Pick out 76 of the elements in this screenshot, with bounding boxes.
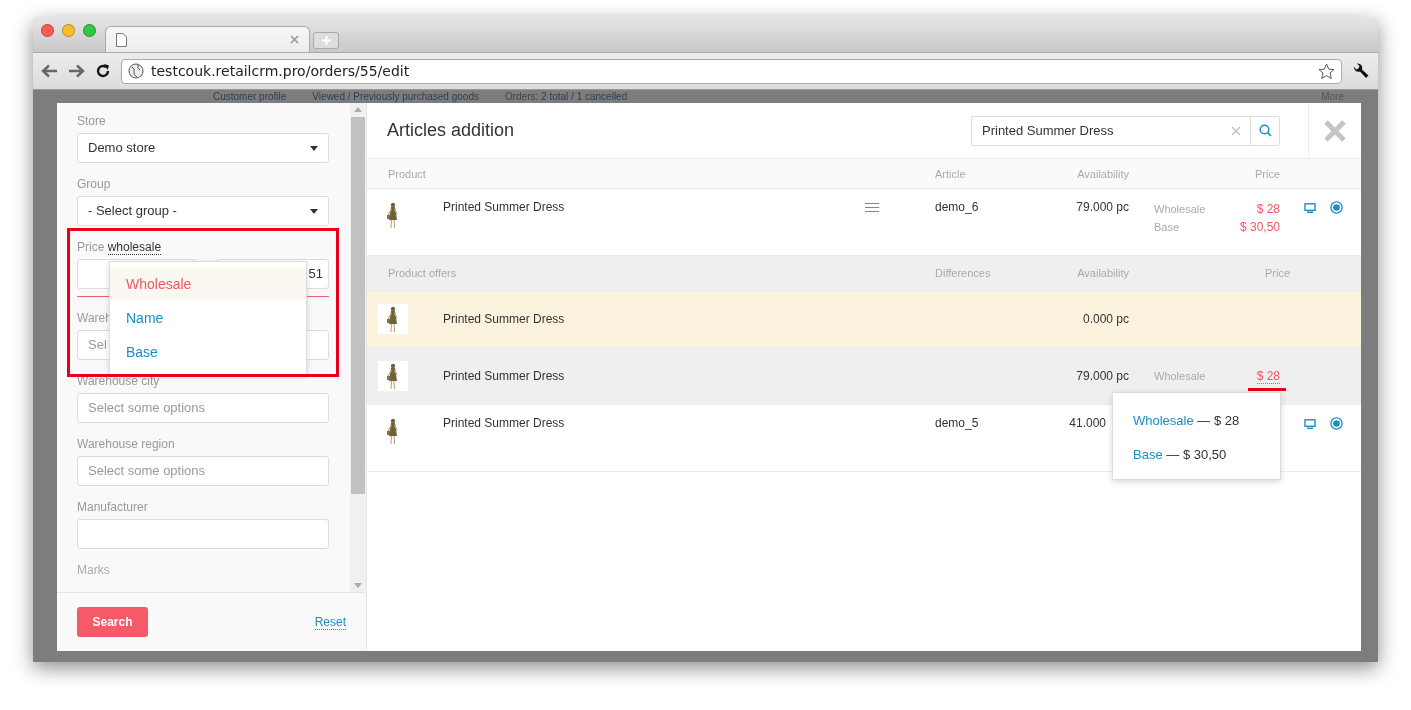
maximize-button[interactable] — [83, 24, 96, 37]
radio-button[interactable] — [1330, 417, 1343, 430]
scrollbar[interactable] — [350, 103, 366, 592]
product-name: Printed Summer Dress — [443, 200, 566, 214]
column-header: Differences — [935, 267, 992, 279]
price-value: $ 30,50 — [1239, 219, 1280, 236]
price-type: Wholesale — [1154, 369, 1207, 384]
article-code: demo_6 — [935, 200, 980, 214]
availability: 79.000 pc — [1075, 369, 1129, 383]
select-field[interactable]: Demo store — [77, 133, 329, 163]
orders-count: 2 total / 1 cancelled — [541, 90, 628, 102]
price-link[interactable]: $ 28 — [1256, 369, 1280, 384]
product-name: Printed Summer Dress — [443, 416, 566, 430]
wrench-icon[interactable] — [1352, 62, 1370, 80]
field-label: Manufacturer — [77, 499, 148, 515]
column-header: Product — [387, 167, 427, 180]
field-label: Group — [77, 176, 111, 192]
close-window-button[interactable] — [41, 24, 54, 37]
caret-icon — [310, 208, 318, 214]
field-label: Warehouse city — [77, 373, 160, 389]
monitor-icon[interactable] — [1304, 419, 1316, 429]
forward-icon[interactable] — [68, 64, 85, 78]
price-type: Base — [1154, 220, 1181, 235]
product-name: Printed Summer Dress — [443, 312, 566, 326]
availability: 41.000 — [1068, 416, 1107, 430]
field-label: Store — [77, 113, 106, 129]
minimize-button[interactable] — [62, 24, 75, 37]
field-label: Marks — [77, 562, 110, 578]
price-type-link[interactable]: wholesale — [107, 240, 162, 255]
dialog-title: Articles addition — [387, 120, 516, 141]
availability: 79.000 pc — [1075, 200, 1129, 214]
reload-icon[interactable] — [95, 63, 111, 79]
page-link[interactable]: Customer profile — [213, 90, 287, 103]
multiselect-field[interactable]: Select some options — [77, 456, 329, 486]
multiselect-field[interactable]: Select some options — [77, 393, 329, 423]
search-field[interactable]: Printed Summer Dress — [971, 115, 1280, 146]
article-code: demo_5 — [935, 416, 980, 430]
column-header: Price — [1253, 167, 1280, 180]
back-icon[interactable] — [41, 64, 58, 78]
field-label: Warehouse region — [77, 436, 175, 452]
input-field[interactable] — [77, 519, 329, 549]
address-bar[interactable]: testcouk.retailcrm.pro/orders/55/edit — [121, 58, 1342, 84]
radio-button[interactable] — [1330, 201, 1343, 214]
menu-icon[interactable] — [865, 203, 879, 212]
price-option[interactable]: Base — $ 30,50 — [1133, 437, 1280, 471]
select-field[interactable]: - Select group - — [77, 196, 329, 226]
search-button[interactable]: Search — [77, 607, 148, 637]
page-link[interactable]: Viewed / Previously purchased goods — [312, 90, 479, 103]
menu-item[interactable]: Wholesale — [110, 267, 306, 301]
clear-icon[interactable] — [1231, 125, 1241, 136]
orders-label: Orders: — [504, 90, 539, 102]
plus-icon — [321, 36, 331, 45]
globe-icon — [128, 63, 144, 79]
column-header: Availability — [1076, 267, 1129, 279]
price-value: $ 28 — [1256, 201, 1280, 218]
column-header: Product offers — [387, 267, 458, 279]
browser-tab[interactable] — [105, 26, 310, 52]
field-label: Price — [77, 240, 105, 254]
column-header: Price — [1263, 267, 1291, 279]
caret-icon — [310, 145, 318, 151]
monitor-icon[interactable] — [1304, 203, 1316, 213]
menu-item[interactable]: Base — [110, 335, 306, 369]
star-icon[interactable] — [1318, 62, 1335, 80]
price-type: Wholesale — [1154, 202, 1207, 217]
menu-item[interactable]: Name — [110, 301, 306, 335]
column-header: Availability — [1076, 167, 1129, 180]
availability: 0.000 pc — [1081, 312, 1129, 326]
column-header: Article — [935, 167, 967, 180]
search-icon[interactable] — [1258, 124, 1272, 137]
new-tab-button[interactable] — [313, 32, 339, 49]
product-name: Printed Summer Dress — [443, 369, 566, 383]
highlight-underline — [1247, 388, 1286, 391]
close-icon[interactable] — [290, 35, 299, 44]
price-option[interactable]: Wholesale — $ 28 — [1133, 403, 1280, 437]
reset-link[interactable]: Reset — [314, 614, 346, 630]
page-icon — [116, 32, 127, 47]
